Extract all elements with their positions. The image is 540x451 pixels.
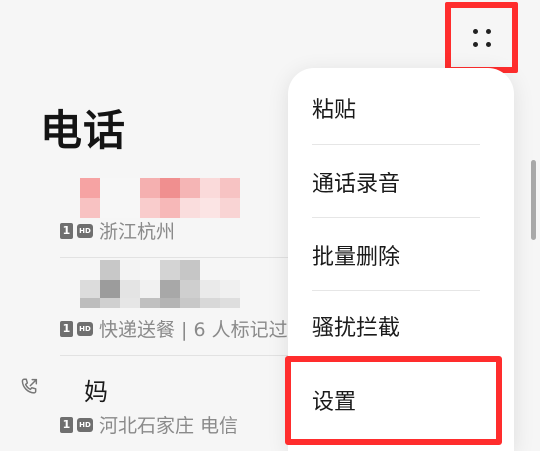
menu-item-paste[interactable]: 粘贴	[312, 78, 500, 138]
menu-item-harassment-block[interactable]: 骚扰拦截	[312, 296, 500, 356]
redacted-number	[80, 260, 200, 280]
redacted-number	[80, 298, 240, 308]
hd-call-icon: HD	[77, 223, 93, 238]
hd-call-icon: HD	[77, 417, 93, 432]
menu-item-batch-delete[interactable]: 批量删除	[312, 225, 500, 285]
call-location: 1 HD 浙江杭州	[60, 217, 175, 244]
scrollbar[interactable]	[531, 160, 536, 240]
redacted-number	[80, 198, 240, 218]
redacted-number	[80, 280, 240, 300]
menu-item-call-recording[interactable]: 通话录音	[312, 152, 500, 212]
divider	[312, 144, 480, 145]
more-options-button[interactable]	[445, 2, 518, 73]
divider	[312, 290, 480, 291]
contact-name: 妈	[84, 378, 108, 406]
sim-1-icon: 1	[60, 416, 73, 433]
sim-1-icon: 1	[60, 222, 73, 239]
hd-call-icon: HD	[77, 321, 93, 336]
divider	[60, 257, 290, 258]
outgoing-call-icon	[21, 378, 38, 394]
divider	[60, 355, 290, 356]
more-grid-icon	[471, 27, 493, 49]
divider	[312, 217, 480, 218]
sim-1-icon: 1	[60, 320, 73, 337]
settings-highlight	[285, 356, 502, 445]
call-location: 1 HD 快递送餐 | 6 人标记过	[60, 315, 288, 342]
phone-app-screen: 电话 1 HD 浙江杭州 1 HD 快递送餐 | 6 人标记过 妈 1 HD 河…	[0, 0, 540, 451]
call-location: 1 HD 河北石家庄 电信	[60, 411, 238, 438]
page-title: 电话	[40, 106, 127, 155]
redacted-number	[80, 178, 240, 198]
